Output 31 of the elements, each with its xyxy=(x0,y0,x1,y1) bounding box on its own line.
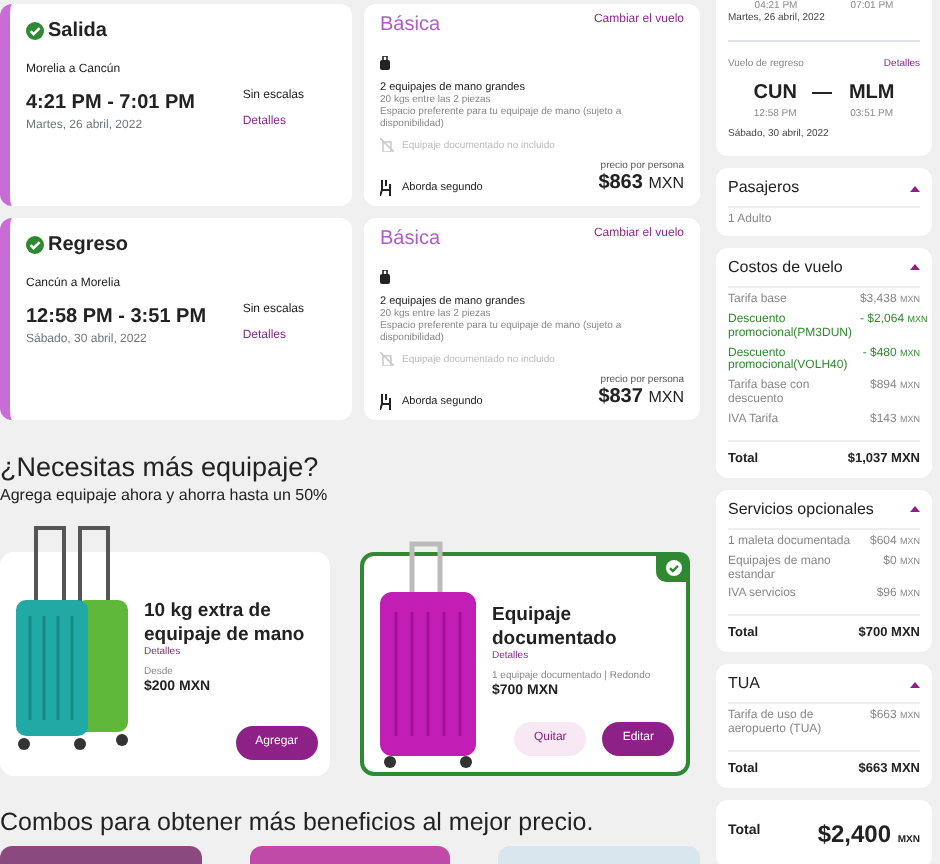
carry-on-bag-icon xyxy=(380,269,390,284)
caret-up-icon[interactable] xyxy=(910,264,920,271)
seat-icon xyxy=(380,179,394,196)
fare-name: Básica xyxy=(380,228,441,251)
caret-up-icon[interactable] xyxy=(910,506,920,513)
section-title: Costos de vuelo xyxy=(728,255,843,280)
section-heading: ¿Necesitas más equipaje? xyxy=(0,452,321,485)
seat-icon xyxy=(380,393,394,410)
airport-code: MLM xyxy=(848,80,895,108)
fare-name: Básica xyxy=(380,14,441,37)
flight-title: Regreso xyxy=(48,232,129,260)
baggage-title: 10 kg extra de equipaje de mano xyxy=(144,600,307,646)
crossed-bag-icon xyxy=(380,138,394,153)
check-icon xyxy=(665,559,681,576)
section-title: Servicios opcionales xyxy=(728,497,874,522)
flight-price: $837 MXN xyxy=(598,386,684,410)
flight-price: $863 MXN xyxy=(598,172,684,196)
section-subtitle: Agrega equipaje ahora y ahorra hasta un 50% xyxy=(0,484,330,509)
caret-up-icon[interactable] xyxy=(910,681,920,688)
section-title: Pasajeros xyxy=(728,176,800,200)
dash-line xyxy=(812,92,833,94)
section-title: TUA xyxy=(728,672,760,697)
flight-times: 12:58 PM - 3:51 PM xyxy=(26,304,207,332)
flight-times: 4:21 PM - 7:01 PM xyxy=(26,90,195,118)
crossed-bag-icon xyxy=(380,352,394,367)
carry-on-bag-icon xyxy=(380,55,390,70)
airport-code: CUN xyxy=(753,80,797,108)
section-heading: Combos para obtener más beneficios al mejor precio. xyxy=(0,808,596,839)
baggage-title: Equipaje documentado xyxy=(492,604,619,650)
caret-up-icon[interactable] xyxy=(910,185,920,191)
flight-title: Salida xyxy=(48,18,107,46)
